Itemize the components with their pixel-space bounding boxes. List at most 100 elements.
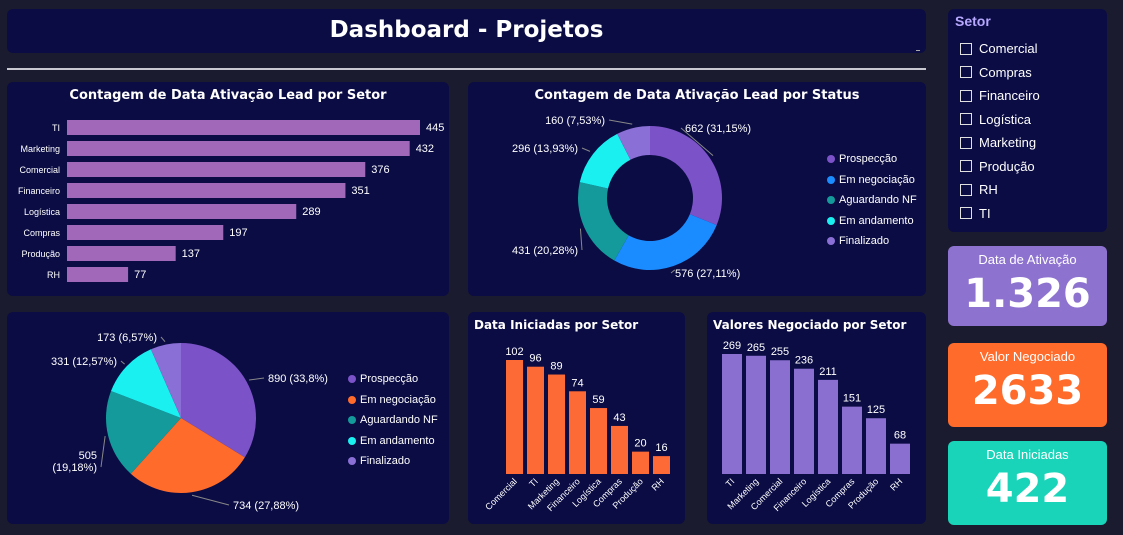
donut-legend: Prospecção Em negociação Aguardando NF Em a…: [827, 149, 917, 252]
value-label: 96: [529, 353, 541, 365]
legend-swatch: [827, 155, 835, 164]
bar: [569, 391, 586, 474]
donut-slice: [614, 214, 717, 270]
value-label: 125: [867, 404, 885, 416]
slicer-item[interactable]: Compras: [960, 61, 1040, 85]
legend-label: Em andamento: [839, 214, 914, 227]
checkbox[interactable]: [960, 207, 972, 220]
slicer-item[interactable]: Produção: [960, 155, 1040, 179]
bar: [746, 355, 766, 474]
value-label: 151: [843, 393, 861, 405]
checkbox[interactable]: [960, 160, 972, 173]
legend-label: Prospecção: [360, 373, 419, 386]
legend-item: Prospecção: [348, 369, 438, 390]
bar: [590, 408, 607, 474]
slicer-item[interactable]: TI: [960, 202, 1040, 226]
checkbox[interactable]: [960, 89, 972, 102]
bar: [506, 360, 523, 474]
category-label: Marketing: [20, 144, 60, 154]
category-label: RH: [47, 270, 60, 280]
category-label: TI: [52, 123, 60, 133]
category-label: RH: [888, 476, 904, 492]
value-label: 197: [229, 227, 247, 239]
checkbox[interactable]: [960, 183, 972, 196]
value-label: 77: [134, 269, 146, 281]
checkbox[interactable]: [960, 42, 972, 55]
checkbox[interactable]: [960, 66, 972, 79]
bar: [67, 183, 346, 198]
category-label: TI: [527, 476, 540, 489]
slicer-item-label: Financeiro: [979, 88, 1040, 104]
slicer-item[interactable]: RH: [960, 178, 1040, 202]
category-label: Produção: [21, 249, 60, 259]
kpi-value: 422: [985, 466, 1070, 512]
bar: [67, 141, 410, 156]
sector-activation-chart: Contagem de Data Ativação Lead por Setor…: [7, 82, 449, 296]
data-label: 431 (20,28%): [512, 245, 578, 257]
slicer-item-label: Marketing: [979, 135, 1037, 151]
slicer-item-label: Comercial: [979, 41, 1038, 57]
leader-line: [120, 360, 125, 365]
kpi-label: Data Iniciadas: [986, 447, 1069, 462]
value-label: 89: [550, 361, 562, 373]
bar: [67, 225, 224, 240]
data-label: 173 (6,57%): [97, 332, 157, 344]
legend-label: Em negociação: [360, 393, 436, 406]
negotiated-by-sector-svg: 269TI265Marketing255Comercial236Financei…: [722, 340, 910, 513]
bar: [632, 451, 649, 474]
leader-line: [581, 147, 591, 152]
slicer-item[interactable]: Marketing: [960, 131, 1040, 155]
bar: [890, 443, 910, 474]
category-label: Financeiro: [18, 186, 60, 196]
bar: [67, 162, 366, 177]
legend-swatch: [827, 196, 835, 205]
bar: [67, 267, 129, 282]
slicer-item-label: RH: [979, 182, 998, 198]
legend-label: Em negociação: [839, 173, 915, 186]
legend-item: Finalizado: [827, 231, 917, 252]
bar: [770, 360, 790, 474]
leader-line: [191, 494, 230, 506]
donut-slice: [650, 126, 722, 226]
category-label: Compras: [23, 228, 60, 238]
bar: [611, 425, 628, 474]
slicer-item-label: TI: [979, 205, 991, 221]
value-label: 43: [613, 412, 625, 424]
slicer-item[interactable]: Comercial: [960, 37, 1040, 61]
checkbox[interactable]: [960, 113, 972, 126]
bar: [67, 246, 176, 261]
bar: [548, 374, 565, 474]
value-label: 432: [416, 143, 434, 155]
checkbox[interactable]: [960, 136, 972, 149]
legend-swatch: [827, 216, 835, 225]
pie-legend: Prospecção Em negociação Aguardando NF Em a…: [348, 369, 438, 472]
category-label: TI: [724, 476, 737, 489]
slicer-item-label: Compras: [979, 64, 1032, 80]
kpi-card-activation: Data de Ativação 1.326: [948, 246, 1107, 326]
value-label: 102: [505, 346, 523, 358]
leader-line: [608, 119, 633, 125]
bar: [842, 406, 862, 474]
value-label: 269: [723, 340, 741, 352]
category-label: Logística: [24, 207, 60, 217]
value-label: 289: [302, 206, 320, 218]
slicer-item-label: Logística: [979, 111, 1032, 127]
slicer-item[interactable]: Logística: [960, 108, 1040, 132]
leader-line: [249, 377, 265, 381]
sector-activation-svg: TI 445 Marketing 432 Comercial 376 Financeiro 3…: [18, 120, 444, 282]
value-label: 236: [795, 355, 813, 367]
value-label: 445: [426, 122, 444, 134]
legend-item: Finalizado: [348, 451, 438, 472]
data-label: (19,18%): [52, 462, 97, 474]
value-label: 211: [819, 366, 837, 378]
bar: [527, 366, 544, 474]
legend-item: Em negociação: [348, 390, 438, 411]
legend-swatch: [827, 237, 835, 246]
legend-item: Em andamento: [348, 431, 438, 452]
legend-swatch: [827, 175, 835, 184]
bar: [818, 379, 838, 474]
slicer-item[interactable]: Financeiro: [960, 84, 1040, 108]
legend-label: Finalizado: [839, 235, 890, 248]
leader-line: [579, 228, 583, 251]
category-label: Comercial: [483, 476, 519, 512]
